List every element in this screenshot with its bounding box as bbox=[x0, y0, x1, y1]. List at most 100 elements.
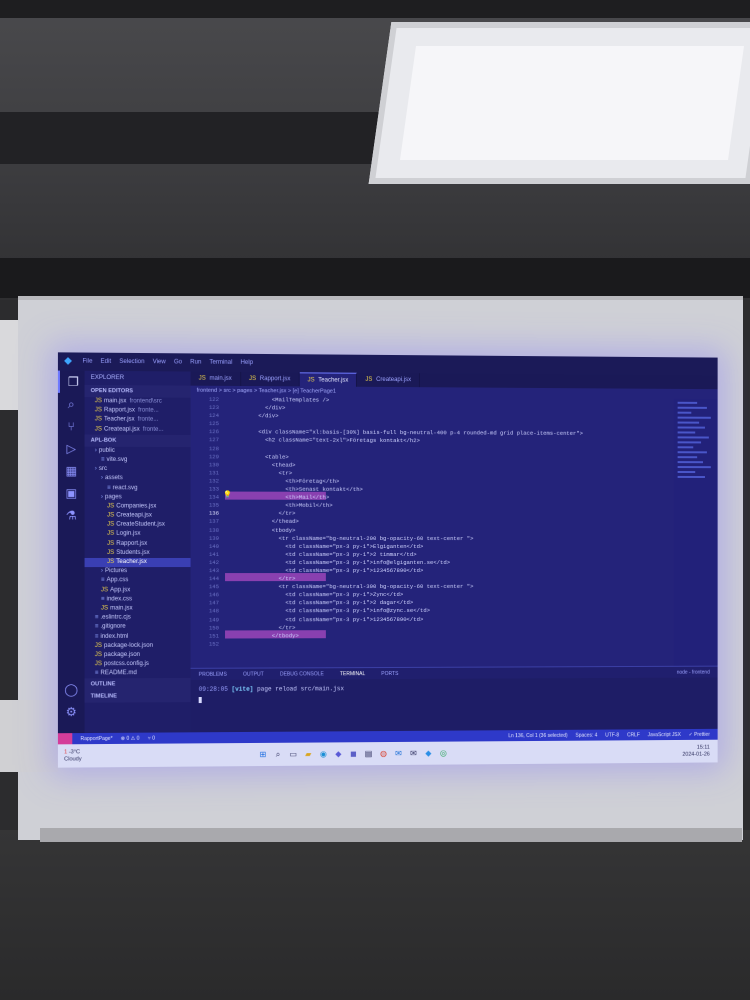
menu-item-terminal[interactable]: Terminal bbox=[209, 360, 232, 366]
file-tree-item[interactable]: JS App.jsx bbox=[85, 586, 191, 595]
windows-start-icon[interactable]: ⊞ bbox=[257, 749, 268, 760]
code-line: </thead> bbox=[231, 518, 299, 526]
system-clock[interactable]: 15:11 2024-01-26 bbox=[682, 744, 709, 758]
file-icon: ≡ bbox=[94, 633, 99, 640]
menu-item-go[interactable]: Go bbox=[174, 359, 182, 365]
run-debug-icon[interactable]: ▷ bbox=[58, 437, 85, 459]
chat-icon[interactable]: ◆ bbox=[333, 748, 344, 759]
outlook-icon[interactable]: ✉ bbox=[393, 748, 404, 759]
file-tree-label: .gitignore bbox=[100, 623, 126, 631]
editor-tab[interactable]: JS Teacher.jsx bbox=[299, 372, 358, 387]
vscode-taskbar-icon[interactable]: ◆ bbox=[423, 748, 434, 759]
file-tree-item[interactable]: ≡ .gitignore bbox=[85, 623, 191, 633]
file-tree-item[interactable]: ≡ index.html bbox=[85, 632, 191, 642]
menu-item-selection[interactable]: Selection bbox=[119, 359, 144, 365]
teams-icon[interactable]: ◼ bbox=[348, 748, 359, 759]
menu-item-file[interactable]: File bbox=[83, 359, 93, 365]
open-editor-item[interactable]: JS Teacher.jsx fronte... bbox=[85, 416, 191, 426]
file-tree-item[interactable]: JS Rapport.jsx bbox=[85, 539, 191, 548]
open-editor-path: fronte... bbox=[137, 416, 159, 424]
js-file-icon: JS bbox=[94, 426, 102, 433]
notification-badge: 1 bbox=[64, 748, 68, 755]
file-icon: ≡ bbox=[94, 614, 99, 621]
problems-status[interactable]: ⊗ 0 ⚠ 0 bbox=[121, 735, 140, 741]
file-tree-item[interactable]: ≡ README.md bbox=[85, 669, 191, 679]
minimap[interactable] bbox=[673, 398, 718, 666]
file-tree-item[interactable]: ≡ index.css bbox=[85, 595, 191, 604]
language-mode[interactable]: JavaScript JSX bbox=[648, 732, 681, 738]
editor-tab[interactable]: JS main.jsx bbox=[190, 371, 241, 386]
indentation[interactable]: Spaces: 4 bbox=[575, 732, 597, 738]
edge-icon[interactable]: ◉ bbox=[318, 748, 329, 759]
file-tree-item[interactable]: JS package.json bbox=[85, 651, 191, 661]
line-number: 149 bbox=[208, 615, 219, 623]
open-editors-header[interactable]: OPEN EDITORS bbox=[84, 384, 191, 398]
file-tree-item[interactable]: ≡ vite.svg bbox=[85, 456, 191, 466]
remote-icon[interactable]: ▣ bbox=[58, 482, 85, 504]
search-icon[interactable]: ⌕ bbox=[273, 749, 284, 760]
menu-item-edit[interactable]: Edit bbox=[101, 359, 112, 365]
weather-desc: Cloudy bbox=[64, 755, 82, 763]
prettier-status[interactable]: ✓ Prettier bbox=[689, 731, 710, 737]
file-tree-item[interactable]: ≡ react.svg bbox=[85, 484, 191, 494]
line-endings[interactable]: CRLF bbox=[627, 732, 640, 738]
timeline-header[interactable]: TIMELINE bbox=[84, 690, 191, 704]
js-file-icon: JS bbox=[365, 376, 375, 383]
search-icon[interactable]: ⌕ bbox=[58, 393, 85, 415]
cursor-position[interactable]: Ln 136, Col 1 (36 selected) bbox=[508, 732, 567, 738]
settings-gear-icon[interactable]: ⚙ bbox=[58, 701, 85, 723]
file-tree-item[interactable]: ≡ .eslintrc.cjs bbox=[85, 614, 191, 624]
file-tree-item[interactable]: JS package-lock.json bbox=[85, 641, 191, 651]
project-header[interactable]: APL-BOK bbox=[84, 434, 191, 447]
file-tree-item[interactable]: › public bbox=[85, 446, 191, 456]
chrome-icon[interactable]: ◍ bbox=[378, 748, 389, 759]
activity-bar: ❐ ⌕ ⑂ ▷ ▦ ▣ ⚗ ◯ ⚙ bbox=[57, 370, 87, 746]
line-number: 146 bbox=[208, 591, 219, 599]
app-icon[interactable]: ◎ bbox=[438, 748, 449, 759]
explorer-folder-icon[interactable]: ▰ bbox=[303, 749, 314, 760]
file-tree-item[interactable]: JS Teacher.jsx bbox=[84, 557, 191, 568]
explorer-icon[interactable]: ❐ bbox=[57, 370, 87, 394]
weather-widget[interactable]: 1 -3°C Cloudy bbox=[58, 748, 123, 763]
encoding[interactable]: UTF-8 bbox=[605, 732, 619, 738]
account-icon[interactable]: ◯ bbox=[58, 678, 85, 700]
file-tree-item[interactable]: › Pictures bbox=[85, 567, 191, 576]
source-control-icon[interactable]: ⑂ bbox=[58, 415, 85, 437]
ports-status[interactable]: ⑂ 0 bbox=[148, 735, 155, 741]
file-tree-item[interactable]: JS Companies.jsx bbox=[85, 502, 191, 511]
file-tree-item[interactable]: › pages bbox=[85, 493, 191, 503]
outline-header[interactable]: OUTLINE bbox=[84, 678, 191, 691]
file-tree-item[interactable]: JS postcss.config.js bbox=[85, 660, 191, 670]
clock-time: 15:11 bbox=[696, 744, 710, 751]
task-view-icon[interactable]: ▭ bbox=[288, 749, 299, 760]
file-tree-item[interactable]: JS Login.jsx bbox=[85, 530, 191, 539]
open-editor-item[interactable]: JS Createapi.jsx fronte... bbox=[85, 425, 191, 435]
menu-item-help[interactable]: Help bbox=[241, 360, 253, 366]
line-number: 141 bbox=[208, 550, 219, 558]
tab-label: Teacher.jsx bbox=[318, 377, 349, 384]
open-editor-path: fronte... bbox=[138, 407, 159, 414]
store-icon[interactable]: ▤ bbox=[363, 748, 374, 759]
editor-tab[interactable]: JS Createapi.jsx bbox=[357, 372, 421, 388]
file-tree-label: pages bbox=[105, 493, 122, 501]
open-editor-path: fronte... bbox=[142, 426, 164, 433]
extensions-icon[interactable]: ▦ bbox=[58, 460, 85, 482]
file-tree-item[interactable]: JS Createapi.jsx bbox=[85, 511, 191, 520]
code-line: <td className="px-3 py-1">Elgiganten</td… bbox=[231, 542, 424, 550]
code-editor[interactable]: 💡 122 123 124 125 126 127 128 129 130 131 132 133 13… bbox=[190, 395, 674, 668]
menu-item-view[interactable]: View bbox=[153, 359, 166, 365]
file-tree-item[interactable]: › src bbox=[85, 465, 191, 475]
file-tree-item[interactable]: JS CreateStudent.jsx bbox=[85, 521, 191, 530]
file-tree-item[interactable]: › assets bbox=[85, 474, 191, 484]
terminal[interactable]: 09:28:05 [vite] page reload src/main.jsx bbox=[190, 677, 718, 733]
file-tree-item[interactable]: JS Students.jsx bbox=[85, 549, 191, 558]
file-tree-label: Companies.jsx bbox=[116, 503, 157, 510]
mail-icon[interactable]: ✉ bbox=[408, 748, 419, 759]
menu-item-run[interactable]: Run bbox=[190, 359, 201, 365]
editor-tab[interactable]: JS Rapport.jsx bbox=[240, 371, 300, 387]
file-tree-item[interactable]: ≡ App.css bbox=[85, 577, 191, 586]
remote-indicator[interactable] bbox=[57, 733, 73, 745]
file-tree-item[interactable]: JS main.jsx bbox=[85, 604, 191, 613]
testing-icon[interactable]: ⚗ bbox=[58, 504, 85, 526]
branch-status[interactable]: RapportPage* bbox=[80, 735, 112, 741]
